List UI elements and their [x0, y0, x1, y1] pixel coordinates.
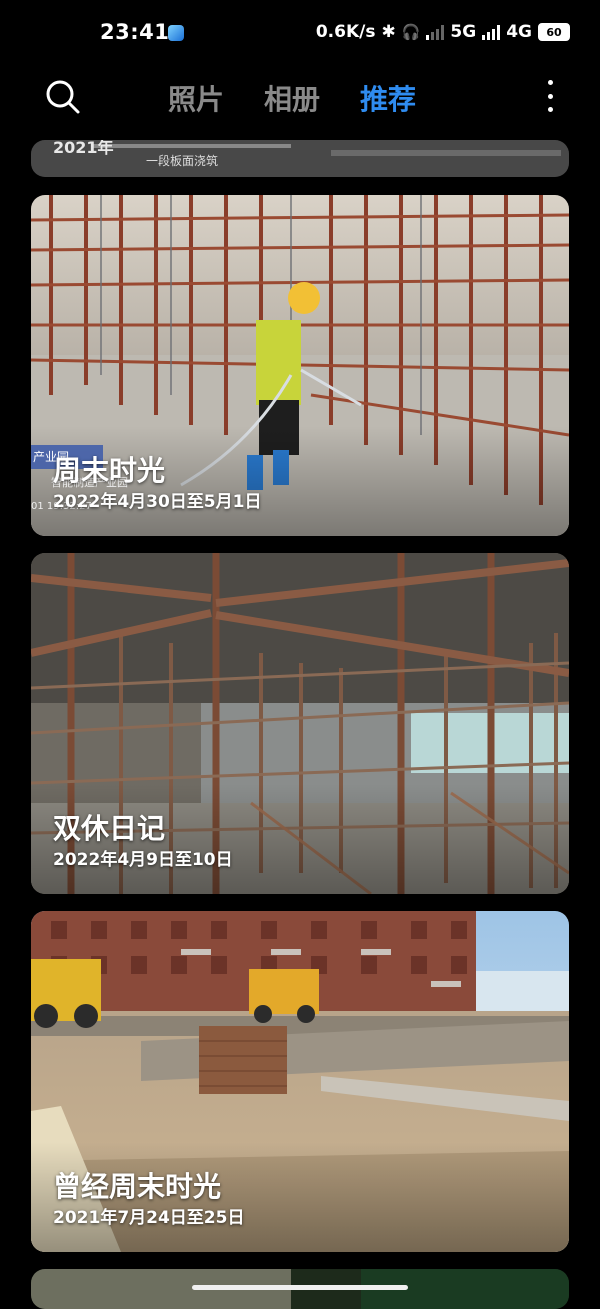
search-button[interactable] — [44, 78, 82, 116]
tab-albums[interactable]: 相册 — [264, 78, 320, 118]
network-4g: 4G — [506, 22, 532, 42]
gallery-header: 照片 相册 推荐 — [0, 68, 600, 126]
memory-card-partial[interactable]: 2021年 一段板面浇筑 — [31, 140, 569, 177]
bluetooth-icon: ✱ — [381, 22, 396, 42]
memory-card-past-weekend[interactable]: 曾经周末时光 2021年7月24日至25日 — [31, 911, 569, 1252]
tab-photos[interactable]: 照片 — [168, 78, 224, 118]
battery-icon: 60 — [538, 23, 570, 41]
photo-caption: 一段板面浇筑 — [146, 154, 219, 168]
tab-bar: 照片 相册 推荐 — [168, 78, 416, 118]
memory-title: 双休日记 — [53, 812, 166, 845]
clock: 23:41 — [100, 20, 170, 44]
signal-icon — [482, 24, 501, 40]
memory-date: 2022年4月9日至10日 — [53, 850, 233, 870]
net-speed: 0.6K/s — [315, 22, 376, 42]
more-vertical-icon — [547, 80, 553, 85]
memory-card-weekend[interactable]: 产业园 智能制造产业园 01 19:32:27 周末时光 2022年4月30日至… — [31, 195, 569, 536]
memory-date: 2021年7月24日至25日 — [53, 1208, 245, 1228]
network-5g: 5G — [450, 22, 477, 42]
memory-title: 周末时光 — [53, 454, 166, 487]
memory-card-double-rest[interactable]: 双休日记 2022年4月9日至10日 — [31, 553, 569, 894]
status-bar: 23:41 0.6K/s ✱ 🎧 5G 4G 60 — [0, 0, 600, 68]
home-indicator[interactable] — [192, 1285, 408, 1290]
signal-weak-icon — [426, 24, 445, 40]
headphones-icon: 🎧 — [401, 23, 421, 41]
memory-date: 2022年4月30日至5月1日 — [53, 492, 262, 512]
search-icon — [46, 80, 80, 114]
memory-title: 曾经周末时光 — [53, 1170, 222, 1203]
memory-year: 2021年 — [53, 140, 114, 157]
status-indicators: 0.6K/s ✱ 🎧 5G 4G 60 — [316, 22, 570, 42]
app-notification-icon — [168, 25, 184, 41]
more-options-button[interactable] — [544, 80, 556, 112]
tab-recommended[interactable]: 推荐 — [360, 78, 416, 118]
